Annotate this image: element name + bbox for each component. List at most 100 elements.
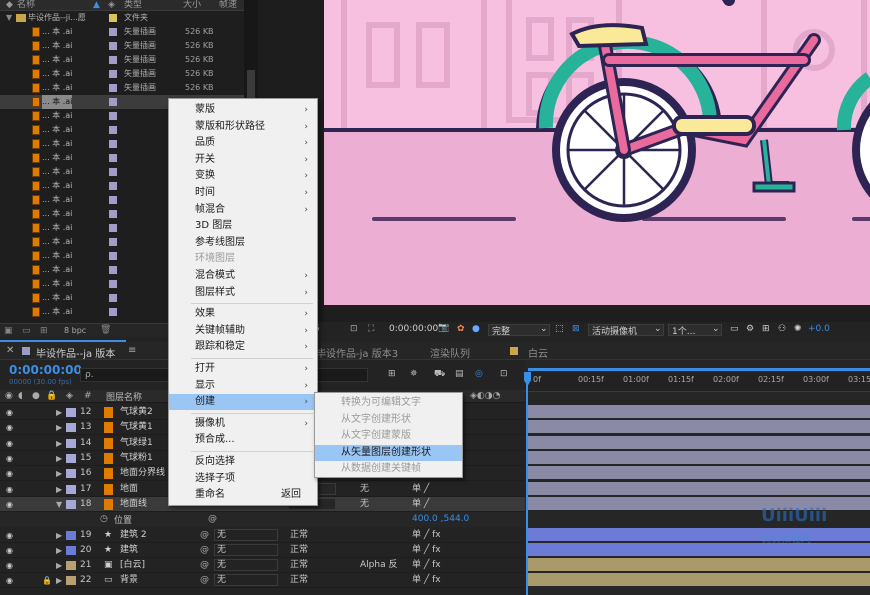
layer-label-color[interactable] — [66, 484, 76, 494]
menu-item-19[interactable]: 预合成... — [169, 432, 317, 448]
layer-duration-bar[interactable] — [528, 558, 870, 571]
layer-name[interactable]: [白云] — [120, 558, 145, 573]
mode-value[interactable]: 正常 — [290, 573, 308, 588]
tab-render-queue[interactable]: 渲染队列 — [430, 345, 470, 360]
menu-item-15[interactable]: 打开 › — [169, 361, 317, 377]
layer-duration-bar[interactable] — [528, 466, 870, 479]
layer-row[interactable]: ◉ ▶ 21 ▣ [白云] @ 无 正常 Alpha 反单 ╱ fx — [0, 558, 525, 573]
menu-item-11[interactable]: 图层样式 › — [169, 285, 317, 301]
menu-item-10[interactable]: 混合模式 › — [169, 268, 317, 284]
layer-name[interactable]: 地面线 — [120, 497, 147, 512]
menu-item-6[interactable]: 帧混合 › — [169, 202, 317, 218]
flowchart-icon[interactable]: ⚇ — [778, 324, 786, 334]
layer-number-icon[interactable]: # — [84, 391, 92, 401]
frame-blend-icon[interactable]: ▤ — [455, 369, 464, 379]
switch-icons[interactable]: 单 ╱ fx — [412, 543, 441, 558]
solo-icon[interactable]: ● — [32, 391, 40, 401]
menu-item-22[interactable]: 重命名 返回 — [169, 487, 317, 503]
layer-label-color[interactable] — [66, 531, 76, 540]
layer-duration-bar[interactable] — [528, 543, 870, 556]
layer-label-color[interactable] — [66, 576, 76, 585]
new-comp-icon[interactable]: ⊞ — [40, 326, 48, 336]
sort-asc-icon[interactable]: ▲ — [93, 0, 100, 11]
show-snapshot-icon[interactable]: ✿ — [457, 324, 465, 334]
pixel-aspect-icon[interactable]: ▭ — [730, 324, 739, 334]
menu-item-4[interactable]: 变换 › — [169, 168, 317, 184]
submenu-item-3[interactable]: 从矢量图层创建形状 — [315, 444, 462, 461]
parent-pickwhip-icon[interactable]: @ — [200, 558, 209, 573]
region-icon[interactable]: ⛶ — [368, 324, 374, 334]
timeline-icon[interactable]: ⊞ — [762, 324, 770, 334]
layer-label-color[interactable] — [66, 453, 76, 463]
layer-name[interactable]: 气球绿1 — [120, 436, 153, 451]
parent-pickwhip-icon[interactable]: @ — [200, 543, 209, 558]
switch-icons[interactable]: 单 ╱ — [412, 482, 429, 497]
layer-name[interactable]: 气球黄1 — [120, 420, 153, 435]
menu-item-21[interactable]: 选择子项 — [169, 471, 317, 487]
reset-exposure-icon[interactable]: ✺ — [794, 324, 802, 334]
layer-name[interactable]: 地面 — [120, 482, 138, 497]
layer-label-color[interactable] — [66, 499, 76, 509]
switch-icons[interactable]: 单 ╱ fx — [412, 558, 441, 573]
menu-item-18[interactable]: 摄像机 › — [169, 416, 317, 432]
visibility-eye-icon[interactable]: ◉ — [6, 497, 13, 512]
shy-icon[interactable]: ⛟ — [434, 369, 445, 380]
fit-icon[interactable]: ⊡ — [350, 324, 358, 334]
submenu-item-1[interactable]: 从文字创建形状 — [315, 412, 462, 428]
col-layer-name[interactable]: 图层名称 — [106, 390, 142, 403]
audio-icon[interactable]: ◖ — [18, 391, 23, 401]
menu-item-16[interactable]: 显示 › — [169, 378, 317, 394]
composition-canvas[interactable] — [324, 0, 870, 305]
menu-item-1[interactable]: 蒙版和形状路径 › — [169, 119, 317, 135]
menu-item-9[interactable]: 环境图层 — [169, 251, 317, 267]
submenu-item-2[interactable]: 从文字创建蒙版 — [315, 428, 462, 444]
tab-comp-3[interactable]: 毕设作品-ja 版本3 — [316, 345, 398, 360]
roi-icon[interactable]: ⬚ — [555, 324, 564, 334]
visibility-eye-icon[interactable]: ◉ — [6, 543, 13, 558]
layer-name[interactable]: 气球黄2 — [120, 405, 153, 420]
layer-duration-bar[interactable] — [528, 573, 870, 586]
layer-label-color[interactable] — [66, 561, 76, 570]
layer-name[interactable]: 背景 — [120, 573, 138, 588]
visibility-eye-icon[interactable]: ◉ — [6, 436, 13, 451]
fast-preview-icon[interactable]: ⚙ — [746, 324, 754, 334]
channel-icon[interactable]: ● — [472, 324, 480, 334]
expand-arrow-icon[interactable]: ▶ — [56, 482, 62, 497]
render-time-icon[interactable]: ⊞ — [388, 369, 396, 379]
menu-item-3[interactable]: 开关 › — [169, 152, 317, 168]
trkmat-value[interactable]: Alpha 反 — [360, 558, 397, 573]
project-item-row[interactable]: ... 本 .ai 矢量插画 526 KB — [0, 67, 250, 81]
layer-duration-bar[interactable] — [528, 405, 870, 418]
trkmat-none[interactable]: 无 — [360, 497, 369, 512]
visibility-eye-icon[interactable]: ◉ — [6, 528, 13, 543]
expand-arrow-icon[interactable]: ▶ — [56, 558, 62, 573]
layer-duration-bar[interactable] — [528, 420, 870, 433]
exposure-value[interactable]: +0.0 — [808, 324, 830, 334]
new-folder-icon[interactable]: ▭ — [22, 326, 31, 336]
layer-label-color[interactable] — [66, 546, 76, 555]
col-type[interactable]: 类型 — [124, 0, 142, 11]
trash-icon[interactable]: 🗑 — [100, 325, 111, 335]
layer-name[interactable]: 建筑 2 — [120, 528, 147, 543]
video-eye-icon[interactable]: ◉ — [5, 391, 13, 401]
position-value[interactable]: 400.0 ,544.0 — [412, 514, 469, 524]
close-icon[interactable]: ✕ — [6, 345, 14, 356]
menu-item-8[interactable]: 参考线图层 — [169, 235, 317, 251]
menu-item-20[interactable]: 反向选择 — [169, 454, 317, 470]
layer-label-color[interactable] — [66, 408, 76, 417]
layer-name[interactable]: 建筑 — [120, 543, 138, 558]
switch-icons[interactable]: 单 ╱ — [412, 497, 429, 512]
expand-arrow-icon[interactable]: ▶ — [56, 451, 62, 466]
tab-baiyun[interactable]: 白云 — [528, 345, 548, 360]
visibility-eye-icon[interactable]: ◉ — [6, 482, 13, 497]
visibility-eye-icon[interactable]: ◉ — [6, 405, 13, 420]
trkmat-none[interactable]: 无 — [360, 482, 369, 497]
visibility-eye-icon[interactable]: ◉ — [6, 420, 13, 435]
col-size[interactable]: 大小 — [183, 0, 201, 11]
project-item-row[interactable]: ... 本 .ai 矢量插画 526 KB — [0, 81, 250, 95]
motion-blur-icon[interactable]: ◎ — [475, 369, 483, 379]
layer-duration-bar[interactable] — [528, 482, 870, 495]
submenu-item-4[interactable]: 从数据创建关键帧 — [315, 461, 462, 477]
expand-arrow-icon[interactable]: ▶ — [56, 466, 62, 481]
tab-menu-icon[interactable]: ≡ — [128, 345, 136, 356]
